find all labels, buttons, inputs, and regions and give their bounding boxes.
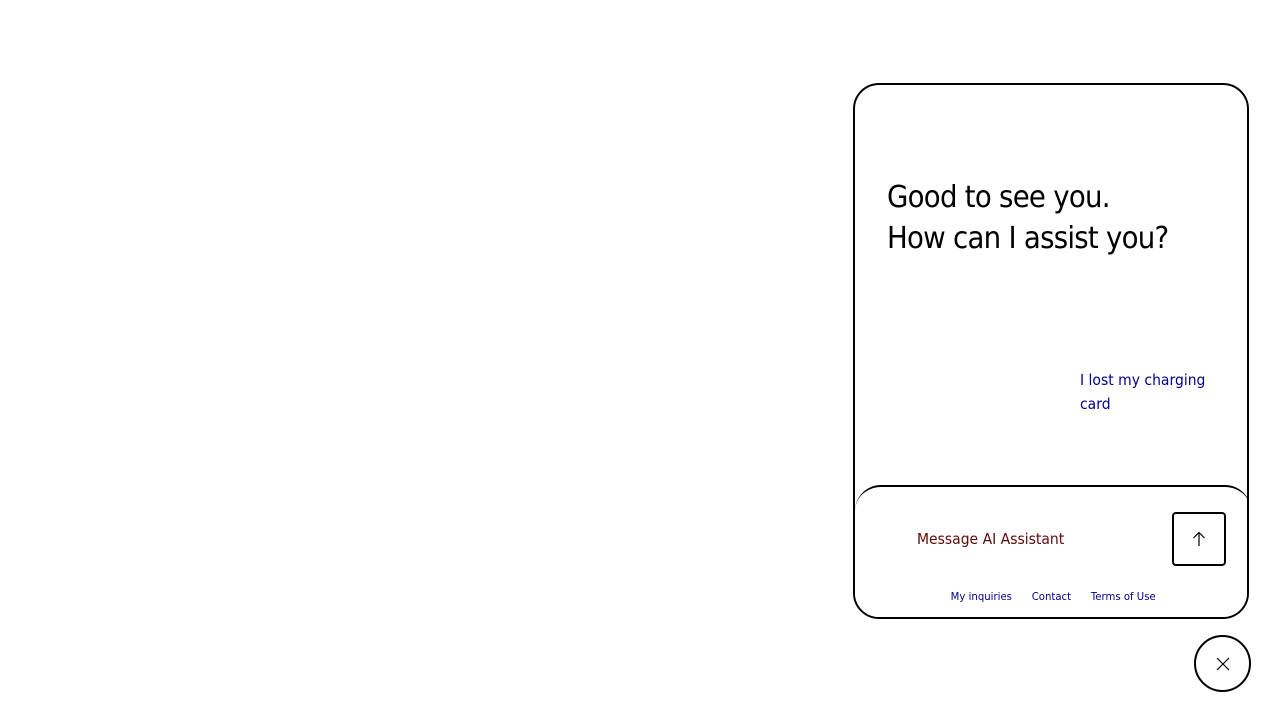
suggestion-chip-lost-charging-card[interactable]: I lost my charging card [1080,368,1220,416]
link-my-inquiries[interactable]: My inquiries [950,589,1011,605]
chat-panel: Good to see you. How can I assist you? I… [853,83,1249,619]
close-chat-button[interactable] [1194,635,1251,692]
send-button[interactable] [1172,512,1226,566]
greeting-line-2: How can I assist you? [887,221,1169,256]
message-input[interactable] [917,527,1131,551]
footer-links: My inquiries Contact Terms of Use [855,589,1247,605]
greeting-line-1: Good to see you. [887,180,1111,215]
link-contact[interactable]: Contact [1031,589,1070,605]
greeting-heading: Good to see you. How can I assist you? [887,177,1169,259]
link-terms-of-use[interactable]: Terms of Use [1091,589,1156,605]
close-icon [1216,657,1229,670]
arrow-up-icon [1193,531,1205,546]
message-composer: My inquiries Contact Terms of Use [855,485,1247,617]
